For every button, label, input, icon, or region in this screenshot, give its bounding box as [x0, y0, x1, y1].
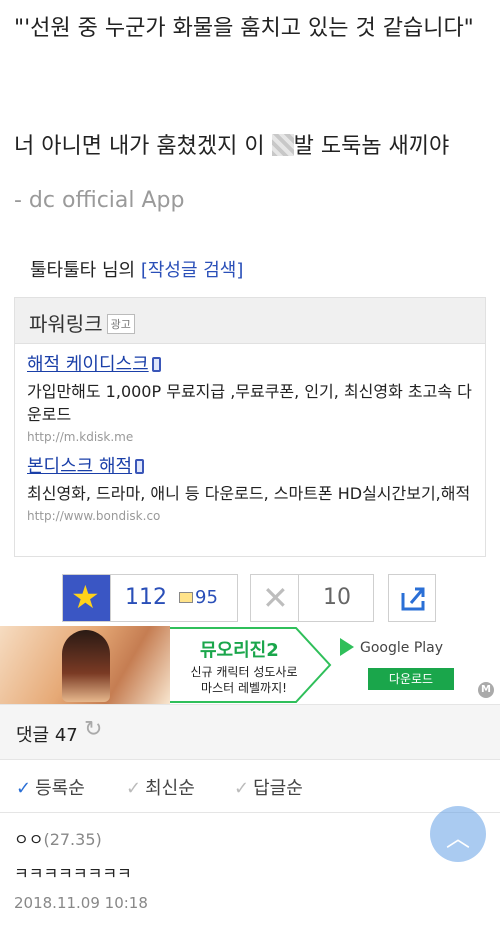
comment-author-ip: (27.35): [43, 830, 102, 849]
powerlink-title: 파워링크: [29, 312, 103, 336]
post-line-2-start: 너 아니면 내가 훔쳤겠지 이: [14, 134, 272, 159]
sort-by-registration[interactable]: ✓ 등록순: [16, 774, 85, 800]
mobile-icon: [151, 357, 161, 372]
author-name: 툴타툴타 님의: [30, 260, 141, 281]
post-line-1: "'선원 중 누군가 화물을 훔치고 있는 것 같습니다": [14, 16, 474, 41]
ad-tag: 광고: [106, 314, 135, 334]
comment-date: 2018.11.09 10:18: [14, 894, 148, 912]
ad-item[interactable]: 해적 케이디스크 가입만해도 1,000P 무료지급 ,무료쿠폰, 인기, 최신…: [15, 344, 485, 444]
share-icon: [401, 587, 425, 611]
sort-label: 등록순: [35, 778, 85, 799]
chevron-up-icon: ︿: [446, 824, 470, 852]
gold-recommend: 95: [179, 587, 218, 608]
ad-title-link[interactable]: 본디스크 해적: [27, 454, 473, 480]
scroll-top-button[interactable]: ︿: [430, 806, 486, 862]
gold-count: 95: [195, 587, 218, 608]
ad-description: 최신영화, 드라마, 애니 등 다운로드, 스마트폰 HD실시간보기,해적: [27, 484, 471, 503]
game-banner-ad[interactable]: 뮤오리진2 신규 캐릭터 성도사로 마스터 레벨까지! Google Play …: [0, 626, 500, 704]
comment-count: 댓글 47: [16, 725, 78, 746]
ad-item[interactable]: 본디스크 해적 최신영화, 드라마, 애니 등 다운로드, 스마트폰 HD실시간…: [15, 444, 485, 523]
banner-subtitle: 신규 캐릭터 성도사로 마스터 레벨까지!: [190, 665, 298, 695]
check-icon: ✓: [16, 778, 32, 799]
mobile-icon: [135, 459, 145, 474]
google-play-icon: [340, 638, 354, 656]
post-line-2: 너 아니면 내가 훔쳤겠지 이 발 도둑놈 새끼야: [14, 132, 486, 162]
check-icon: ✓: [234, 778, 250, 799]
recommend-button[interactable]: ★: [63, 575, 111, 621]
banner-illustration: [0, 626, 170, 704]
check-icon: ✓: [126, 778, 142, 799]
comment-header: 댓글 47 ↻: [0, 704, 500, 760]
post-signature: - dc official App: [14, 188, 185, 213]
sort-label: 최신순: [145, 778, 195, 799]
not-recommend-button[interactable]: ✕: [251, 575, 299, 621]
author-search-link[interactable]: [작성글 검색]: [141, 260, 244, 281]
censored-blur: [271, 134, 294, 156]
powerlink-ad-box: 파워링크 광고 해적 케이디스크 가입만해도 1,000P 무료지급 ,무료쿠폰,…: [14, 297, 486, 557]
post-line-2-end: 발 도둑놈 새끼야: [293, 134, 450, 159]
banner-title: 뮤오리진2: [200, 640, 279, 661]
ad-badge-icon: M: [478, 682, 494, 698]
google-play-label: Google Play: [360, 640, 444, 656]
refresh-icon[interactable]: ↻: [84, 717, 102, 742]
author-line: 툴타툴타 님의 [작성글 검색]: [30, 256, 243, 282]
sort-label: 답글순: [253, 778, 303, 799]
not-recommend-box: ✕ 10: [250, 574, 374, 622]
download-button[interactable]: 다운로드: [368, 668, 454, 690]
ad-url: http://www.bondisk.co: [27, 509, 161, 523]
banner-character: [62, 630, 110, 702]
x-icon: ✕: [262, 579, 289, 617]
star-icon: ★: [71, 578, 100, 616]
comment-author-name: ㅇㅇ: [14, 830, 44, 849]
not-recommend-count: 10: [323, 585, 351, 610]
comment-body: ㅋㅋㅋㅋㅋㅋㅋㅋ: [14, 864, 132, 883]
ad-title-text[interactable]: 해적 케이디스크: [27, 354, 149, 375]
recommend-count: 112: [125, 585, 167, 610]
ad-description: 가입만해도 1,000P 무료지급 ,무료쿠폰, 인기, 최신영화 초고속 다운…: [27, 382, 472, 424]
gold-icon: [179, 592, 193, 603]
ad-title-text[interactable]: 본디스크 해적: [27, 456, 132, 477]
divider: [0, 812, 500, 813]
comment-author: ㅇㅇ(27.35): [14, 826, 102, 850]
powerlink-header: 파워링크 광고: [15, 298, 485, 344]
sort-by-replies[interactable]: ✓ 답글순: [234, 774, 303, 800]
recommend-box: ★ 112 95: [62, 574, 238, 622]
share-button[interactable]: [388, 574, 436, 622]
sort-by-latest[interactable]: ✓ 최신순: [126, 774, 195, 800]
ad-url: http://m.kdisk.me: [27, 430, 134, 444]
ad-title-link[interactable]: 해적 케이디스크: [27, 352, 473, 378]
